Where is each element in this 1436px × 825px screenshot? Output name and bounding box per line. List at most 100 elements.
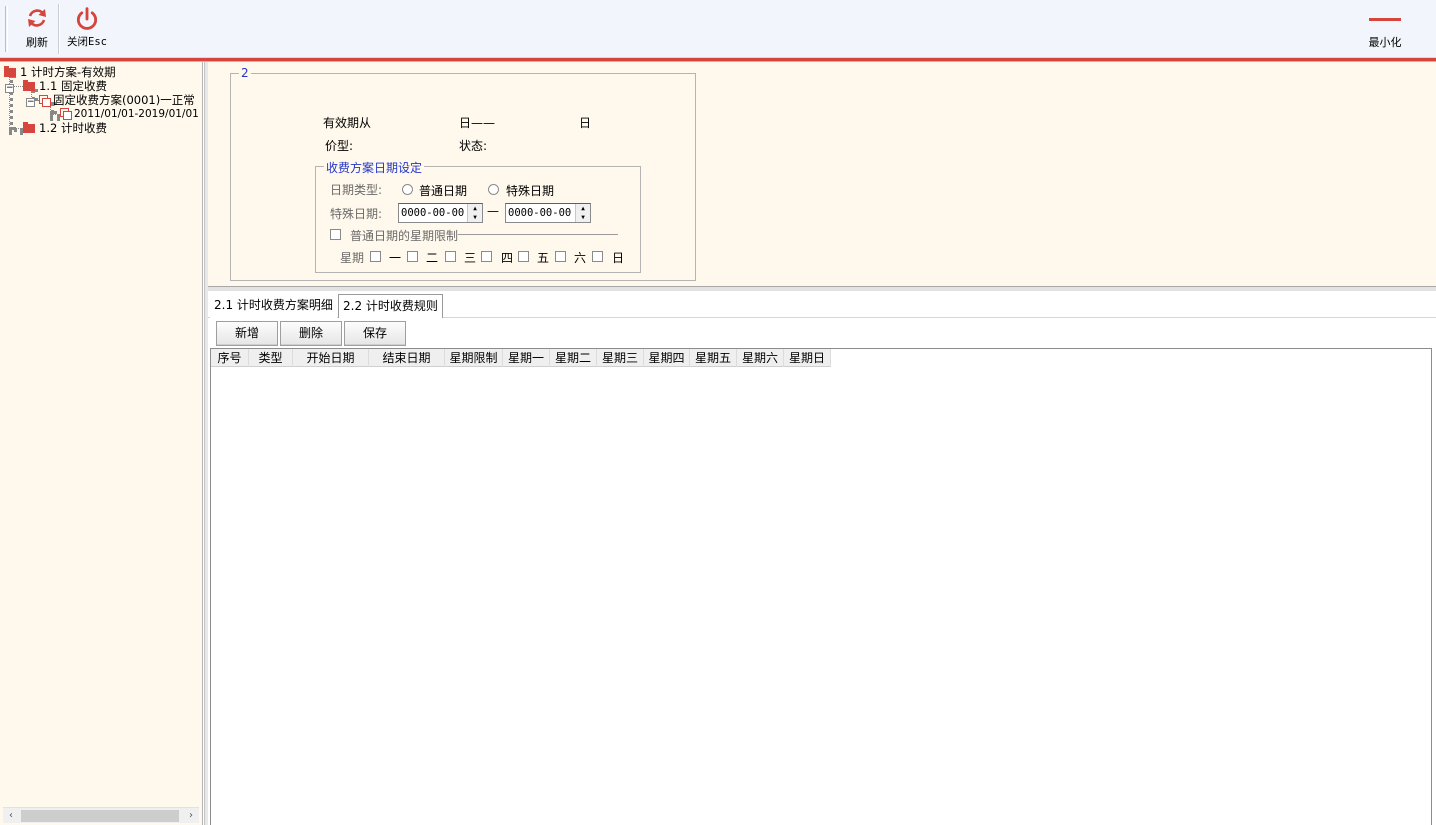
radio-normal-date[interactable] xyxy=(402,184,413,195)
date-separator-label: 日—— xyxy=(459,116,496,130)
special-date-end-input[interactable]: 0000-00-00 ▲ ▼ xyxy=(505,203,591,223)
column-header-sun[interactable]: 星期日 xyxy=(784,349,831,367)
close-button[interactable]: 关闭Esc xyxy=(62,4,112,54)
weekday-label-wed: 三 xyxy=(464,251,477,265)
spin-buttons[interactable]: ▲ ▼ xyxy=(575,204,590,222)
tab-fee-rules[interactable]: 2.2 计时收费规则 xyxy=(338,294,443,318)
add-button[interactable]: 新增 xyxy=(216,321,278,346)
weekday-checkbox-fri[interactable] xyxy=(518,251,529,262)
scroll-left-icon[interactable]: ‹ xyxy=(3,808,19,824)
column-header-weekday-limit[interactable]: 星期限制 xyxy=(445,349,503,367)
groupbox-title: 2 xyxy=(239,66,251,80)
spin-down-icon[interactable]: ▼ xyxy=(576,213,590,222)
tree-line xyxy=(50,114,60,118)
weekday-limit-divider xyxy=(458,234,618,235)
save-button[interactable]: 保存 xyxy=(344,321,406,346)
minimize-icon xyxy=(1362,6,1408,34)
delete-button[interactable]: 删除 xyxy=(280,321,342,346)
spin-up-icon[interactable]: ▲ xyxy=(576,204,590,213)
price-type-label: 价型: xyxy=(325,139,354,153)
tree-node-timed-fee[interactable]: 1.2 计时收费 xyxy=(23,121,107,135)
refresh-button[interactable]: 刷新 xyxy=(18,4,56,54)
special-date-end-value: 0000-00-00 xyxy=(508,207,572,219)
tab-label: 2.2 计时收费规则 xyxy=(343,299,438,313)
grid-header: 序号 类型 开始日期 结束日期 星期限制 星期一 星期二 星期三 星期四 星期五… xyxy=(211,349,831,367)
tree-node-label: 固定收费方案(0001)一正常 xyxy=(53,93,195,107)
weekday-label-thu: 四 xyxy=(501,251,514,265)
weekday-limit-checkbox[interactable] xyxy=(330,229,341,240)
weekday-checkbox-wed[interactable] xyxy=(445,251,456,262)
column-header-index[interactable]: 序号 xyxy=(211,349,249,367)
close-label: 关闭Esc xyxy=(67,36,107,48)
tree-horizontal-scrollbar[interactable]: ‹ › xyxy=(3,807,199,823)
scheme-icon xyxy=(39,95,51,107)
column-header-start-date[interactable]: 开始日期 xyxy=(293,349,369,367)
weekday-label-sun: 日 xyxy=(612,251,625,265)
collapse-icon[interactable]: − xyxy=(5,84,14,93)
tree-node-fixed-scheme[interactable]: − 固定收费方案(0001)一正常 xyxy=(26,93,195,107)
weekday-checkbox-sun[interactable] xyxy=(592,251,603,262)
column-header-tue[interactable]: 星期二 xyxy=(550,349,597,367)
scroll-right-icon[interactable]: › xyxy=(183,808,199,824)
weekday-checkbox-sat[interactable] xyxy=(555,251,566,262)
date-range-separator: — xyxy=(487,204,499,218)
folder-icon xyxy=(23,122,35,133)
tab-scheme-detail[interactable]: 2.1 计时收费方案明细 xyxy=(210,294,337,318)
column-header-end-date[interactable]: 结束日期 xyxy=(369,349,445,367)
column-header-mon[interactable]: 星期一 xyxy=(503,349,550,367)
weekday-label-fri: 五 xyxy=(537,251,550,265)
weekday-checkbox-thu[interactable] xyxy=(481,251,492,262)
scheme-tree: 1 计时方案-有效期 −1.1 固定收费 − 固定收费方案(0001)一正常 20… xyxy=(0,62,203,825)
date-type-label: 日期类型: xyxy=(330,183,383,197)
radio-special-date[interactable] xyxy=(488,184,499,195)
collapse-icon[interactable]: − xyxy=(26,98,35,107)
valid-from-label: 有效期从 xyxy=(323,116,372,130)
refresh-icon xyxy=(18,6,56,34)
special-date-label: 特殊日期: xyxy=(330,207,383,221)
tree-node-label: 1.1 固定收费 xyxy=(39,79,107,93)
tree-node-root[interactable]: 1 计时方案-有效期 xyxy=(4,65,116,79)
weekday-checkbox-mon[interactable] xyxy=(370,251,381,262)
folder-icon xyxy=(23,80,35,91)
date-settings-groupbox: 收费方案日期设定 日期类型: 普通日期 特殊日期 特殊日期: 0000-00-0… xyxy=(315,159,641,273)
week-label: 星期 xyxy=(340,251,365,265)
weekday-limit-label: 普通日期的星期限制 xyxy=(350,229,459,243)
toolbar-separator xyxy=(58,4,60,54)
radio-normal-label[interactable]: 普通日期 xyxy=(419,182,467,199)
weekday-label-tue: 二 xyxy=(426,251,439,265)
special-date-start-input[interactable]: 0000-00-00 ▲ ▼ xyxy=(398,203,483,223)
tree-node-label: 1.2 计时收费 xyxy=(39,121,107,135)
toolbar: 刷新 关闭Esc 最小化 xyxy=(0,0,1436,58)
column-header-sat[interactable]: 星期六 xyxy=(737,349,784,367)
column-header-fri[interactable]: 星期五 xyxy=(690,349,737,367)
radio-special-label[interactable]: 特殊日期 xyxy=(506,182,554,199)
weekday-checkbox-tue[interactable] xyxy=(407,251,418,262)
spin-down-icon[interactable]: ▼ xyxy=(468,213,482,222)
scrollbar-thumb[interactable] xyxy=(21,810,179,822)
column-header-thu[interactable]: 星期四 xyxy=(644,349,690,367)
scheme-groupbox: 2 有效期从 日—— 日 价型: 状态: 收费方案日期设定 日期类型: 普通日期… xyxy=(230,66,696,281)
weekday-label-sat: 六 xyxy=(574,251,587,265)
tree-node-validity-period[interactable]: 2011/01/01-2019/01/01 xyxy=(60,107,199,121)
tab-label: 2.1 计时收费方案明细 xyxy=(214,298,333,312)
date-end-label: 日 xyxy=(579,116,592,130)
column-header-type[interactable]: 类型 xyxy=(249,349,293,367)
folder-icon xyxy=(4,66,16,77)
period-icon xyxy=(60,108,72,120)
column-header-wed[interactable]: 星期三 xyxy=(597,349,644,367)
minimize-label: 最小化 xyxy=(1368,36,1402,49)
spin-up-icon[interactable]: ▲ xyxy=(468,204,482,213)
weekday-label-mon: 一 xyxy=(389,251,402,265)
scheme-form-panel: 2 有效期从 日—— 日 价型: 状态: 收费方案日期设定 日期类型: 普通日期… xyxy=(208,62,1436,287)
power-icon xyxy=(62,6,112,34)
status-label: 状态: xyxy=(459,139,488,153)
date-settings-title: 收费方案日期设定 xyxy=(324,159,425,176)
tree-line xyxy=(9,128,23,132)
spin-buttons[interactable]: ▲ ▼ xyxy=(467,204,482,222)
tree-node-fixed-fee[interactable]: − 1.1 固定收费 xyxy=(5,79,107,93)
toolbar-grip[interactable] xyxy=(5,6,8,52)
minimize-button[interactable]: 最小化 xyxy=(1362,4,1408,54)
refresh-label: 刷新 xyxy=(26,36,48,49)
tree-node-label: 1 计时方案-有效期 xyxy=(20,65,116,79)
scheme-detail-grid[interactable]: 序号 类型 开始日期 结束日期 星期限制 星期一 星期二 星期三 星期四 星期五… xyxy=(210,348,1432,825)
